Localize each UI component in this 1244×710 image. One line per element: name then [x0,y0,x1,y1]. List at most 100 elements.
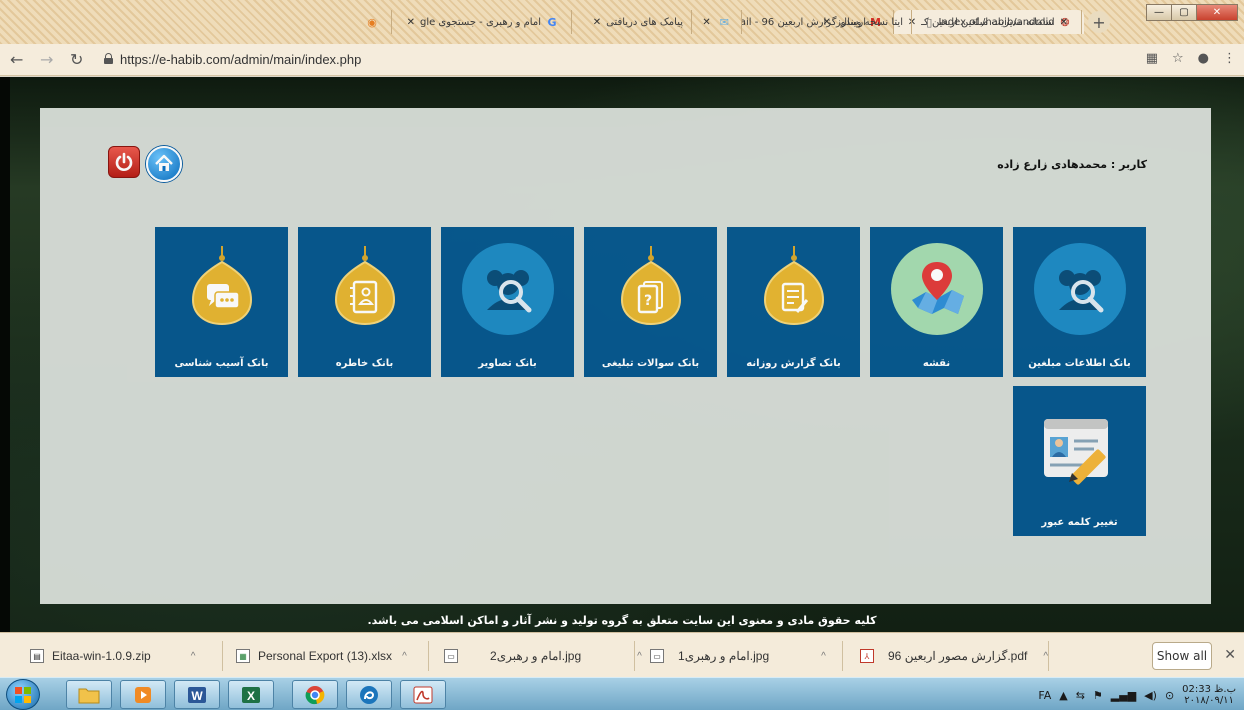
download-name: امام و رهبری1.jpg [678,649,770,663]
tile-label: بانک خاطره [335,358,394,369]
close-icon[interactable]: ✕ [593,17,601,28]
site-icon: ◉ [367,15,377,29]
mail-icon: ✉ [719,15,729,29]
antivirus-icon[interactable]: ⊙ [1165,689,1174,702]
tab-index-of[interactable]: ▯ Index of /habib/android ✕ [912,10,1082,34]
tile-label: نقشه [922,358,951,369]
tile-pathology-bank[interactable]: بانک آسیب شناسی [155,227,288,377]
system-tray: FA ▲ ⇆ ⚑ ▂▄▆ ◀) ⊙ 02:33 ب.ظ ۲۰۱۸/۰۹/۱۱ [1038,684,1236,706]
start-button[interactable] [6,679,40,710]
volume-icon[interactable]: ◀) [1144,689,1157,702]
tile-preacher-info-bank[interactable]: بانک اطلاعات مبلغین [1013,227,1146,377]
tab-title: پیامک های دریافتی [606,16,683,28]
image-file-icon: ▭ [650,649,664,663]
word-taskbar-icon[interactable]: W [174,680,220,709]
report-icon [757,246,831,332]
tab-eitaa[interactable]: ایتا نسخه ویندوز ✕ [792,10,912,34]
tile-label: تغییر کلمه عبور [1041,517,1118,528]
chrome-taskbar-icon[interactable] [292,680,338,709]
close-icon[interactable]: ✕ [1224,647,1236,663]
tile-label: بانک سوالات تبلیغی [601,358,700,369]
map-pin-icon [890,243,983,335]
flag-icon[interactable]: ⚑ [1093,689,1103,702]
page-icon: ▯ [926,15,933,29]
download-divider [1048,641,1049,671]
profile-icon[interactable]: ● [1198,51,1209,66]
close-icon[interactable]: ✕ [407,17,415,28]
tile-images-bank[interactable]: بانک تصاویر [441,227,574,377]
star-icon[interactable]: ☆ [1172,51,1184,66]
tile-label: بانک آسیب شناسی [174,358,269,369]
user-label: کاربر : محمدهادی زارع زاده [997,158,1147,171]
excel-file-icon: ▦ [236,649,250,663]
close-icon[interactable]: ✕ [702,17,710,28]
close-window-button[interactable]: ✕ [1196,4,1238,21]
browser-tab-strip: ❂ سامانه مدیریت مبلغین اربعین کـ ✕ M ارس… [0,0,1244,44]
reload-icon[interactable]: ↻ [70,50,83,69]
image-file-icon: ▭ [444,649,458,663]
download-item[interactable]: ⅄ گزارش مصور اربعین 96.pdf ^ [860,645,1048,667]
clock[interactable]: 02:33 ب.ظ ۲۰۱۸/۰۹/۱۱ [1182,684,1236,706]
tab-mail[interactable]: ✉ ✕ [692,10,742,34]
tile-map[interactable]: نقشه [870,227,1003,377]
svg-text:X: X [247,689,255,703]
forward-arrow-icon[interactable]: → [40,50,53,69]
media-player-taskbar-icon[interactable] [120,680,166,709]
tile-label: بانک گزارش روزانه [746,358,841,369]
tab-received-sms[interactable]: پیامک های دریافتی ✕ [572,10,692,34]
tab-title: امام و رهبری - جستجوی gle [419,16,541,28]
people-search-icon [1033,243,1126,335]
app-taskbar-icon[interactable] [346,680,392,709]
tab-list-right: ایتا نسخه ویندوز ✕ ▯ Index of /habib/and… [792,10,1116,34]
toolbar-icons: ▦ ☆ ● ⋮ [1146,51,1236,66]
chevron-up-icon[interactable]: ▲ [1059,689,1067,702]
chevron-up-icon[interactable]: ^ [821,651,826,662]
home-icon[interactable] [146,146,182,182]
download-item[interactable]: ▭ امام و رهبری2.jpg ^ [444,645,642,667]
tile-label: بانک اطلاعات مبلغین [1028,358,1131,369]
window-controls: — ▢ ✕ [1146,4,1238,21]
new-tab-button[interactable]: + [1088,11,1110,33]
tab-google-search[interactable]: G امام و رهبری - جستجوی gle ✕ [392,10,572,34]
address-bar: ← → ↻ https://e-habib.com/admin/main/ind… [0,44,1244,76]
download-item[interactable]: ▦ Personal Export (13).xlsx ^ [236,645,407,667]
tile-questions-bank[interactable]: ? بانک سوالات تبلیغی [584,227,717,377]
close-icon[interactable]: ✕ [823,17,831,28]
power-icon[interactable] [108,146,140,178]
page-background: کاربر : محمدهادی زارع زاده بانک اطلاعات … [0,77,1244,632]
tab-title: Index of /habib/android [938,16,1055,28]
download-divider [634,641,635,671]
signal-icon[interactable]: ▂▄▆ [1111,689,1136,702]
tile-change-password[interactable]: تغییر کلمه عبور [1013,386,1146,536]
chevron-up-icon[interactable]: ^ [402,651,407,662]
people-search-icon [461,243,554,335]
tab-site[interactable]: ◉ [352,10,392,34]
show-all-button[interactable]: Show all [1152,642,1212,670]
id-card-pencil-icon [1034,402,1126,494]
network-icon[interactable]: ⇆ [1076,689,1085,702]
close-icon[interactable]: ✕ [1060,17,1068,28]
pdf-taskbar-icon[interactable] [400,680,446,709]
clock-time: 02:33 ب.ظ [1182,684,1236,695]
download-item[interactable]: ▭ امام و رهبری1.jpg ^ [650,645,826,667]
tile-daily-report-bank[interactable]: بانک گزارش روزانه [727,227,860,377]
language-indicator[interactable]: FA [1038,689,1051,702]
main-panel: کاربر : محمدهادی زارع زاده بانک اطلاعات … [40,108,1211,604]
menu-icon[interactable]: ⋮ [1223,51,1236,66]
explorer-taskbar-icon[interactable] [66,680,112,709]
chevron-up-icon[interactable]: ^ [191,651,196,662]
download-name: گزارش مصور اربعین 96.pdf [888,649,1028,663]
download-divider [842,641,843,671]
tile-memory-bank[interactable]: بانک خاطره [298,227,431,377]
chevron-up-icon[interactable]: ^ [637,651,642,662]
maximize-button[interactable]: ▢ [1171,4,1197,21]
google-icon: G [547,15,557,29]
tile-label: بانک تصاویر [478,358,537,369]
back-arrow-icon[interactable]: ← [10,50,23,69]
download-name: امام و رهبری2.jpg [490,649,582,663]
url-field[interactable]: https://e-habib.com/admin/main/index.php [120,52,361,67]
download-item[interactable]: ▤ Eitaa-win-1.0.9.zip ^ [30,645,195,667]
minimize-button[interactable]: — [1146,4,1172,21]
excel-taskbar-icon[interactable]: X [228,680,274,709]
translate-icon[interactable]: ▦ [1146,51,1158,66]
